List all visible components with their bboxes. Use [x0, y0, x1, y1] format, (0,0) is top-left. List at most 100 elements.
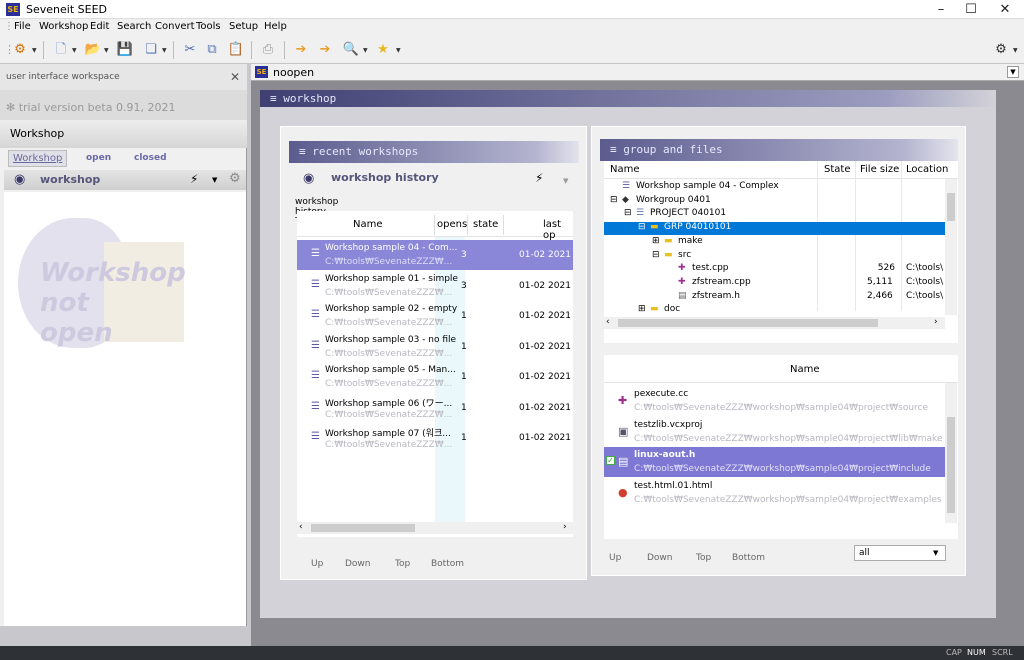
nav-top-button[interactable]: Top [696, 553, 711, 563]
tree-item[interactable]: ⊞ ▬ doc [604, 304, 945, 317]
paste-icon[interactable]: 📋 [227, 41, 245, 59]
menu-search[interactable]: Search [117, 21, 151, 32]
col-file-size[interactable]: File size [860, 164, 899, 175]
close-icon[interactable]: ✕ [230, 70, 240, 84]
expand-icon[interactable]: ⊞ [638, 304, 646, 314]
file-filter-select[interactable]: all ▼ [854, 545, 946, 561]
tree-vertical-scrollbar[interactable] [945, 179, 957, 315]
lightning-icon[interactable]: ⚡ [190, 172, 198, 186]
table-row[interactable]: ☰ Workshop sample 06 (ワー... C:₩tools₩Seven… [297, 393, 573, 423]
scroll-thumb[interactable] [618, 319, 878, 327]
list-item[interactable]: ● test.html.01.html C:₩tools₩SevenateZZZ₩w… [604, 478, 945, 508]
tab-noopen[interactable]: noopen [273, 66, 314, 79]
collapse-icon[interactable]: ⊟ [624, 208, 632, 218]
chevron-down-icon[interactable]: ▼ [162, 47, 167, 54]
col-location[interactable]: Location [906, 164, 948, 175]
table-row[interactable]: ☰ Workshop sample 04 - Com... C:₩tools₩Sev… [297, 240, 573, 270]
table-row[interactable]: ☰ Workshop sample 03 - no file C:₩tools₩Se… [297, 332, 573, 362]
menu-edit[interactable]: Edit [90, 21, 109, 32]
nav-down-button[interactable]: Down [345, 559, 371, 569]
tab-open[interactable]: open [86, 153, 111, 163]
col-name[interactable]: Name [790, 364, 820, 375]
new-file-icon[interactable]: 🗋 [52, 41, 70, 59]
chevron-down-icon[interactable]: ▼ [396, 47, 401, 54]
copy-icon[interactable]: ⧉ [203, 41, 221, 59]
tab-workshop[interactable]: Workshop [8, 150, 68, 167]
menu-file[interactable]: File [14, 21, 31, 32]
table-row[interactable]: ☰ Workshop sample 01 - simple C:₩tools₩Sev… [297, 271, 573, 301]
nav-up-button[interactable]: Up [609, 553, 621, 563]
check-icon[interactable]: ✓ [606, 456, 615, 465]
scroll-thumb[interactable] [311, 524, 415, 532]
scroll-left-icon[interactable]: ‹ [606, 317, 610, 327]
tree-item[interactable]: ▤ zfstream.h 2,466 C:\tools\ [604, 291, 945, 304]
chevron-down-icon[interactable]: ▼ [563, 177, 568, 185]
save-icon[interactable]: 💾 [116, 41, 134, 59]
cut-icon[interactable]: ✂ [181, 41, 199, 59]
list-item[interactable]: ✓ ▤ linux-aout.h C:₩tools₩SevenateZZZ₩works… [604, 447, 945, 477]
scroll-thumb[interactable] [947, 417, 955, 513]
table-row[interactable]: ☰ Workshop sample 07 (워크... C:₩tools₩Seven… [297, 423, 573, 453]
menu-workshop[interactable]: Workshop [39, 21, 88, 32]
forward-arrow-icon[interactable]: ➔ [316, 41, 334, 59]
back-arrow-icon[interactable]: ➔ [292, 41, 310, 59]
table-row[interactable]: ☰ Workshop sample 02 - empty C:₩tools₩Seve… [297, 301, 573, 331]
print-icon[interactable]: ⎙ [259, 41, 277, 59]
tab-closed[interactable]: closed [134, 153, 167, 163]
gear-icon[interactable]: ⚙ [229, 171, 241, 186]
tree-item[interactable]: ✚ test.cpp 526 C:\tools\ [604, 263, 945, 276]
menu-help[interactable]: Help [264, 21, 287, 32]
lightning-icon[interactable]: ⚡ [535, 171, 543, 185]
history-scrollbar[interactable]: ‹ › [297, 522, 573, 534]
col-state[interactable]: state [473, 219, 498, 230]
chevron-down-icon[interactable]: ▼ [212, 176, 217, 184]
nav-bottom-button[interactable]: Bottom [732, 553, 765, 563]
tree-item[interactable]: ⊞ ▬ make [604, 236, 945, 249]
scroll-right-icon[interactable]: › [563, 522, 567, 532]
tree-item[interactable]: ⊟ ▬ GRP 04010101 [604, 222, 945, 236]
table-row[interactable]: ☰ Workshop sample 05 - Man... C:₩tools₩Sev… [297, 362, 573, 392]
scroll-right-icon[interactable]: › [934, 317, 938, 327]
tab-list-dropdown[interactable]: ▼ [1007, 66, 1019, 78]
settings-gear-icon[interactable]: ⚙ [992, 41, 1010, 59]
col-opens[interactable]: opens [437, 219, 467, 230]
col-name[interactable]: Name [353, 219, 383, 230]
tree-item[interactable]: ☰ Workshop sample 04 - Complex [604, 181, 945, 194]
maximize-button[interactable]: ☐ [954, 0, 988, 19]
chevron-down-icon[interactable]: ▼ [72, 47, 77, 54]
menu-convert[interactable]: Convert [155, 21, 195, 32]
expand-icon[interactable]: ⊞ [652, 236, 660, 246]
save-all-icon[interactable]: ❏ [142, 41, 160, 59]
tree-item[interactable]: ⊟ ▬ src [604, 250, 945, 263]
list-vertical-scrollbar[interactable] [945, 383, 957, 523]
scroll-left-icon[interactable]: ‹ [299, 522, 303, 532]
favorite-star-icon[interactable]: ★ [374, 41, 392, 59]
workshop-link-icon[interactable]: ⚙ [11, 41, 29, 59]
tree-item[interactable]: ⊟ ◆ Workgroup 0401 [604, 195, 945, 208]
collapse-icon[interactable]: ⊟ [610, 195, 618, 205]
col-name[interactable]: Name [610, 164, 640, 175]
scroll-thumb[interactable] [947, 193, 955, 221]
chevron-down-icon[interactable]: ▼ [104, 47, 109, 54]
menu-setup[interactable]: Setup [229, 21, 258, 32]
chevron-down-icon[interactable]: ▼ [32, 47, 37, 54]
chevron-down-icon[interactable]: ▼ [363, 47, 368, 54]
nav-bottom-button[interactable]: Bottom [431, 559, 464, 569]
minimize-button[interactable]: – [924, 0, 958, 19]
nav-down-button[interactable]: Down [647, 553, 673, 563]
open-folder-icon[interactable]: 📂 [84, 41, 102, 59]
nav-up-button[interactable]: Up [311, 559, 323, 569]
menu-tools[interactable]: Tools [196, 21, 221, 32]
collapse-icon[interactable]: ⊟ [652, 250, 660, 260]
close-window-button[interactable]: ✕ [988, 0, 1022, 19]
tree-horizontal-scrollbar[interactable]: ‹ › [604, 317, 945, 329]
search-icon[interactable]: 🔍 [342, 41, 360, 59]
tree-item[interactable]: ⊟ ☰ PROJECT 040101 [604, 208, 945, 221]
chevron-down-icon[interactable]: ▼ [1013, 47, 1018, 54]
col-state[interactable]: State [824, 164, 850, 175]
list-item[interactable]: ✚ pexecute.cc C:₩tools₩SevenateZZZ₩worksho… [604, 386, 945, 416]
col-last-op[interactable]: last op [543, 219, 573, 241]
tree-item[interactable]: ✚ zfstream.cpp 5,111 C:\tools\ [604, 277, 945, 290]
collapse-icon[interactable]: ⊟ [638, 222, 646, 232]
list-item[interactable]: ▣ testzlib.vcxproj C:₩tools₩SevenateZZZ₩wo… [604, 417, 945, 447]
